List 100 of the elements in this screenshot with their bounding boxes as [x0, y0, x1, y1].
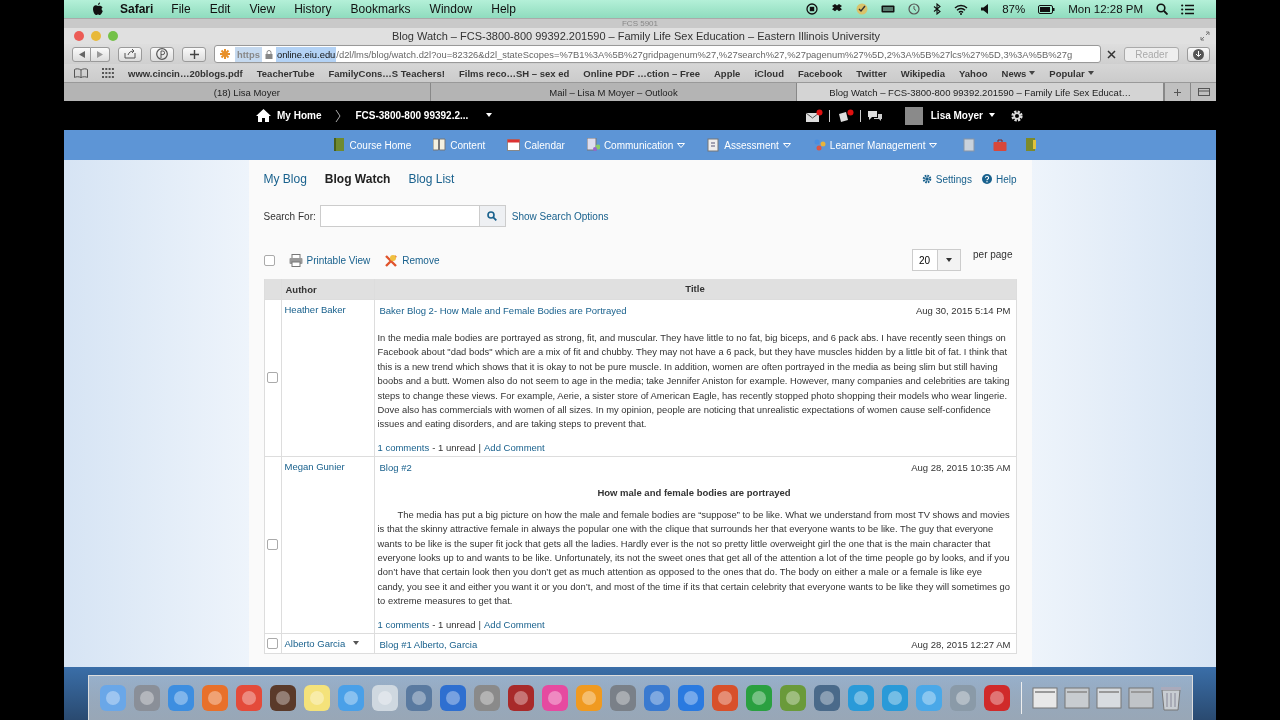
bookmark[interactable]: Twitter [856, 67, 887, 79]
row-checkbox[interactable] [267, 372, 278, 384]
select-all-checkbox[interactable] [263, 254, 275, 266]
author-link[interactable]: Alberto Garcia [284, 637, 361, 649]
caret-icon[interactable] [486, 113, 494, 118]
clock[interactable]: Mon 12:28 PM [1068, 3, 1143, 15]
chat-icon[interactable] [866, 108, 883, 123]
menu-item[interactable]: Edit [209, 2, 231, 16]
show-search-options-link[interactable]: Show Search Options [511, 210, 609, 222]
menu-item[interactable]: File [171, 2, 191, 16]
memory-icon[interactable] [881, 4, 896, 14]
app-icon[interactable] [268, 684, 297, 712]
speaker-icon[interactable] [981, 4, 990, 14]
forward-button[interactable] [91, 46, 110, 62]
wifi-icon[interactable] [954, 3, 969, 15]
mail-alert-icon[interactable] [804, 108, 823, 123]
search-icon[interactable] [1156, 3, 1168, 15]
downloads-button[interactable] [1187, 46, 1210, 62]
app-icon[interactable] [982, 684, 1011, 712]
bookmark[interactable]: News [1001, 67, 1036, 79]
menu-item[interactable]: Window [429, 2, 473, 16]
settings-link[interactable]: Settings [921, 173, 972, 185]
briefcase-icon[interactable] [993, 139, 1008, 151]
bookmark[interactable]: Apple [714, 67, 741, 79]
comments-link[interactable]: 1 comments [377, 618, 430, 630]
bookmark[interactable]: TeacherTube [256, 67, 315, 79]
page-size-dropdown[interactable]: 20 [912, 249, 961, 271]
menu-item[interactable]: History [294, 2, 332, 16]
bookmark[interactable]: FamilyCons…S Teachers! [328, 67, 445, 79]
search-field[interactable] [319, 205, 480, 227]
menu-item[interactable]: Bookmarks [350, 2, 411, 16]
bookmark[interactable]: Online PDF …ction – Free [583, 67, 700, 79]
printable-view-button[interactable]: Printable View [288, 253, 371, 267]
clear-icon[interactable] [1107, 49, 1117, 59]
author-link[interactable]: Heather Baker [284, 304, 346, 315]
document-icon[interactable] [963, 138, 976, 152]
browser-tab[interactable]: (18) Lisa Moyer [64, 83, 431, 101]
app-icon[interactable] [676, 684, 705, 712]
bookmark[interactable]: Films reco…SH – sex ed [458, 67, 570, 79]
grid-icon[interactable] [102, 68, 114, 78]
app-icon[interactable] [302, 684, 331, 712]
home-link[interactable]: My Home [277, 110, 322, 121]
trash-icon[interactable] [1159, 685, 1182, 711]
blog-tab[interactable]: Blog List [408, 172, 455, 186]
caret-icon[interactable] [989, 113, 996, 118]
window-thumbnail-icon[interactable] [1095, 687, 1122, 709]
comments-link[interactable]: 1 comments [377, 441, 430, 453]
book-icon[interactable] [74, 68, 88, 78]
notebook-icon[interactable] [1025, 138, 1038, 152]
post-title-link[interactable]: Blog #1 Alberto, Garcia [379, 638, 478, 650]
window-thumbnail-icon[interactable] [1127, 687, 1154, 709]
new-tab-button[interactable] [182, 46, 206, 62]
app-icon[interactable] [370, 684, 399, 712]
browser-tab[interactable]: Mail – Lisa M Moyer – Outlook [430, 83, 798, 101]
browser-tab[interactable]: Blog Watch – FCS-3800-800 99392.201590 – Family Life Sex Educat… [797, 83, 1164, 101]
post-title-link[interactable]: Blog #2 [379, 461, 412, 473]
bluetooth-icon[interactable] [933, 3, 942, 15]
settings-icon[interactable] [1010, 108, 1024, 123]
app-icon[interactable] [438, 684, 467, 712]
list-icon[interactable] [1181, 3, 1194, 15]
checkmark-icon[interactable] [856, 3, 869, 15]
add-comment-link[interactable]: Add Comment [484, 618, 545, 630]
blog-tab[interactable]: Blog Watch [324, 172, 391, 186]
app-icon[interactable] [404, 684, 433, 712]
bookmark[interactable]: iCloud [754, 67, 784, 79]
back-button[interactable] [72, 46, 91, 62]
fullscreen-icon[interactable] [1200, 31, 1210, 41]
pin-button[interactable] [150, 46, 174, 62]
bookmark[interactable]: Yahoo [959, 67, 988, 79]
bookmark[interactable]: Wikipedia [900, 67, 945, 79]
row-checkbox[interactable] [267, 637, 278, 649]
post-title-link[interactable]: Baker Blog 2- How Male and Female Bodies are Portrayed [379, 305, 627, 316]
bookmark[interactable]: www.cincin…20blogs.pdf [128, 67, 243, 79]
zoom-button[interactable] [108, 31, 118, 41]
search-button[interactable] [479, 205, 506, 227]
clock-icon[interactable] [908, 3, 921, 15]
window-thumbnail-icon[interactable] [1063, 687, 1090, 709]
address-field[interactable]: https online.eiu.edu/d2l/lms/blog/watch.d2l?ou=82326&d2l_stateScopes=%7B1%3A%5B%27gridpagenum%27,%27search%27,%27pagenum%27%5D,2%3A%5B%27lcs%27%5D,3%3A%5B%27g [214, 45, 1102, 63]
bookmark[interactable]: Popular [1049, 67, 1094, 79]
course-selector[interactable]: FCS-3800-800 99392.2... [355, 110, 469, 121]
window-thumbnail-icon[interactable] [1031, 687, 1058, 709]
blog-tab[interactable]: My Blog [263, 172, 307, 186]
bookmark[interactable]: Facebook [797, 67, 843, 79]
remove-button[interactable]: Remove [384, 253, 440, 267]
author-link[interactable]: Megan Gunier [284, 460, 345, 472]
close-button[interactable] [74, 31, 84, 41]
menu-item[interactable]: View [249, 2, 276, 16]
avatar[interactable] [904, 106, 923, 125]
app-menu[interactable]: Safari [120, 2, 154, 16]
minimize-button[interactable] [91, 31, 101, 41]
user-menu[interactable]: Lisa Moyer [930, 110, 983, 121]
record-icon[interactable] [806, 3, 819, 15]
menu-item[interactable]: Help [491, 2, 516, 16]
help-link[interactable]: Help [981, 173, 1017, 185]
battery-icon[interactable] [1038, 4, 1056, 14]
share-button[interactable] [118, 46, 142, 62]
new-tab-button[interactable] [1164, 83, 1190, 101]
app-icon[interactable] [812, 684, 841, 712]
apple-icon[interactable] [92, 2, 104, 16]
row-checkbox[interactable] [267, 539, 278, 551]
